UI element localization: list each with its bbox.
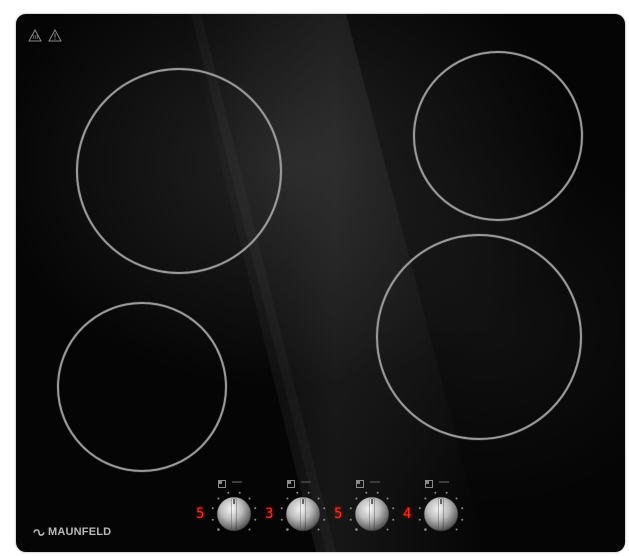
knob-scale-dot bbox=[317, 528, 320, 531]
knob-scale-dot bbox=[434, 491, 437, 494]
control-unit-3: 5 bbox=[334, 480, 398, 542]
knob-scale-dot bbox=[355, 497, 358, 500]
knob-scale-dot bbox=[349, 518, 352, 521]
cooking-zone-bottom-left bbox=[57, 302, 227, 472]
knob-scale-dot bbox=[392, 518, 395, 521]
cooking-zone-top-right bbox=[413, 51, 583, 221]
knob-scale-dot bbox=[376, 491, 379, 494]
zone-selector-icon bbox=[425, 480, 433, 488]
knob-graphic bbox=[418, 491, 464, 532]
control-knob[interactable] bbox=[348, 490, 396, 538]
knob-scale-dot bbox=[248, 528, 251, 531]
power-level-display: 4 bbox=[403, 506, 412, 522]
zone-selector-icon bbox=[287, 480, 295, 488]
warning-icons bbox=[28, 29, 62, 42]
knob-scale-dot bbox=[323, 507, 326, 510]
knob-scale-dot bbox=[280, 518, 283, 521]
knob-graphic bbox=[349, 491, 395, 532]
brand-logo: MAUNFELD bbox=[33, 526, 111, 538]
knob-scale-dot bbox=[254, 518, 257, 521]
control-knob[interactable] bbox=[417, 490, 465, 538]
knob-scale-dot bbox=[286, 497, 289, 500]
knob-scale-dot bbox=[323, 518, 326, 521]
knob-scale-dot bbox=[424, 528, 427, 531]
knob-scale-dot bbox=[365, 491, 368, 494]
knob-scale-dot bbox=[386, 497, 389, 500]
knob-scale-dot bbox=[418, 507, 421, 510]
knob-scale-dot bbox=[355, 528, 358, 531]
cooking-zone-top-left bbox=[76, 68, 282, 274]
tiny-marking bbox=[232, 481, 242, 483]
knob-scale-dot bbox=[248, 497, 251, 500]
knob-scale-dot bbox=[455, 497, 458, 500]
knob-scale-dot bbox=[280, 507, 283, 510]
control-knob[interactable] bbox=[210, 490, 258, 538]
knob-scale-dot bbox=[211, 507, 214, 510]
brand-mark-icon bbox=[33, 528, 45, 536]
tiny-marking bbox=[370, 481, 380, 483]
knob-scale-dot bbox=[227, 491, 230, 494]
knob-scale-dot bbox=[254, 507, 257, 510]
power-level-display: 5 bbox=[334, 506, 343, 522]
ceramic-hob: 5 3 5 4 MAUNFELD bbox=[16, 14, 625, 552]
knob-scale-dot bbox=[386, 528, 389, 531]
knob-scale-dot bbox=[461, 518, 464, 521]
knob-scale-dot bbox=[217, 497, 220, 500]
control-unit-2: 3 bbox=[265, 480, 329, 542]
caution-triangle-icon bbox=[48, 29, 62, 42]
brand-name: MAUNFELD bbox=[48, 526, 112, 538]
knob-scale-dot bbox=[211, 518, 214, 521]
control-unit-4: 4 bbox=[403, 480, 467, 542]
power-level-display: 5 bbox=[196, 506, 205, 522]
product-photo: 5 3 5 4 MAUNFELD bbox=[0, 0, 629, 556]
knob-scale-dot bbox=[461, 507, 464, 510]
knob-scale-dot bbox=[296, 491, 299, 494]
knob-graphic bbox=[280, 491, 326, 532]
tiny-marking bbox=[301, 481, 311, 483]
tiny-marking bbox=[439, 481, 449, 483]
knob-graphic bbox=[211, 491, 257, 532]
knob-scale-dot bbox=[286, 528, 289, 531]
knob-scale-dot bbox=[307, 491, 310, 494]
zone-selector-icon bbox=[218, 480, 226, 488]
control-panel: 5 3 5 4 bbox=[196, 480, 476, 542]
knob-scale-dot bbox=[455, 528, 458, 531]
knob-scale-dot bbox=[418, 518, 421, 521]
zone-selector-icon bbox=[356, 480, 364, 488]
knob-scale-dot bbox=[238, 491, 241, 494]
knob-scale-dot bbox=[217, 528, 220, 531]
control-knob[interactable] bbox=[279, 490, 327, 538]
cooking-zone-bottom-right bbox=[376, 234, 582, 440]
knob-scale-dot bbox=[392, 507, 395, 510]
control-unit-1: 5 bbox=[196, 480, 260, 542]
hot-surface-warning-icon bbox=[28, 29, 42, 42]
knob-scale-dot bbox=[349, 507, 352, 510]
power-level-display: 3 bbox=[265, 506, 274, 522]
knob-scale-dot bbox=[445, 491, 448, 494]
knob-scale-dot bbox=[424, 497, 427, 500]
knob-scale-dot bbox=[317, 497, 320, 500]
